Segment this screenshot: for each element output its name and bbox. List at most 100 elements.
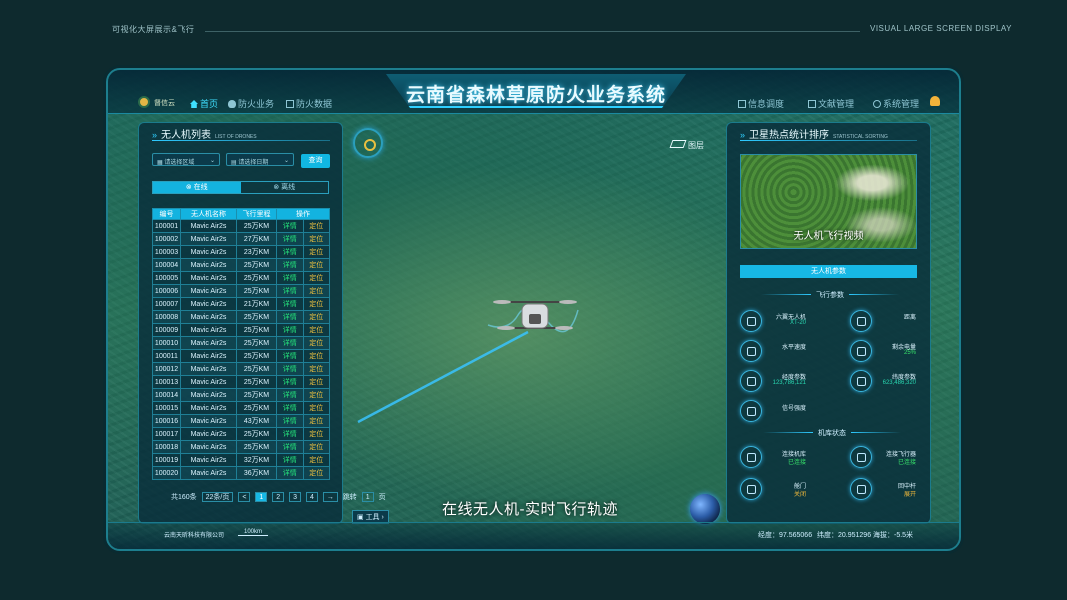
pager-per-page[interactable]: 22条/页 bbox=[201, 492, 234, 502]
chevron-down-icon: ⌄ bbox=[209, 158, 215, 164]
status-tabs: ⊗ 在线 ⊗ 离线 bbox=[152, 181, 329, 194]
locate-link[interactable]: 定位 bbox=[302, 349, 330, 363]
top-caption-right: VISUAL LARGE SCREEN DISPLAY bbox=[870, 24, 1012, 33]
query-button[interactable]: 查询 bbox=[301, 154, 330, 168]
locate-link[interactable]: 定位 bbox=[302, 388, 330, 402]
detail-link[interactable]: 详情 bbox=[276, 414, 304, 428]
table-row[interactable]: 100016 Mavic Air2s 43万KM 详情 定位 bbox=[152, 414, 330, 428]
locate-link[interactable]: 定位 bbox=[302, 453, 330, 467]
locate-link[interactable]: 定位 bbox=[302, 284, 330, 298]
detail-link[interactable]: 详情 bbox=[276, 258, 304, 272]
area-select[interactable]: ▦ 请选择区域 ⌄ bbox=[152, 153, 220, 166]
locate-link[interactable]: 定位 bbox=[302, 271, 330, 285]
detail-link[interactable]: 详情 bbox=[276, 336, 304, 350]
globe-icon[interactable] bbox=[690, 494, 720, 524]
table-row[interactable]: 100002 Mavic Air2s 27万KM 详情 定位 bbox=[152, 232, 330, 246]
tab-online[interactable]: ⊗ 在线 bbox=[153, 182, 241, 193]
detail-link[interactable]: 详情 bbox=[276, 466, 304, 480]
drone-video-thumbnail[interactable]: 无人机飞行视频 bbox=[740, 154, 917, 249]
detail-link[interactable]: 详情 bbox=[276, 388, 304, 402]
longitude-readout: 经度：97.565066 bbox=[758, 532, 813, 539]
bell-icon[interactable] bbox=[930, 96, 940, 106]
table-row[interactable]: 100003 Mavic Air2s 23万KM 详情 定位 bbox=[152, 245, 330, 259]
detail-link[interactable]: 详情 bbox=[276, 284, 304, 298]
table-row[interactable]: 100004 Mavic Air2s 25万KM 详情 定位 bbox=[152, 258, 330, 272]
table-row[interactable]: 100018 Mavic Air2s 25万KM 详情 定位 bbox=[152, 440, 330, 454]
table-row[interactable]: 100009 Mavic Air2s 25万KM 详情 定位 bbox=[152, 323, 330, 337]
pager-page-2[interactable]: 2 bbox=[272, 492, 285, 502]
locate-link[interactable]: 定位 bbox=[302, 414, 330, 428]
table-row[interactable]: 100007 Mavic Air2s 21万KM 详情 定位 bbox=[152, 297, 330, 311]
detail-link[interactable]: 详情 bbox=[276, 427, 304, 441]
detail-link[interactable]: 详情 bbox=[276, 349, 304, 363]
detail-link[interactable]: 详情 bbox=[276, 219, 304, 233]
locate-link[interactable]: 定位 bbox=[302, 245, 330, 259]
locate-link[interactable]: 定位 bbox=[302, 375, 330, 389]
pager-next-button[interactable]: → bbox=[322, 492, 338, 502]
detail-link[interactable]: 详情 bbox=[276, 375, 304, 389]
date-select[interactable]: ▤ 请选择日期 ⌄ bbox=[226, 153, 294, 166]
detail-link[interactable]: 详情 bbox=[276, 232, 304, 246]
compass-icon[interactable] bbox=[353, 128, 383, 158]
table-row[interactable]: 100006 Mavic Air2s 25万KM 详情 定位 bbox=[152, 284, 330, 298]
detail-link[interactable]: 详情 bbox=[276, 245, 304, 259]
fire-icon bbox=[228, 100, 236, 108]
nav-home[interactable]: 首页 bbox=[190, 97, 218, 110]
detail-link[interactable]: 详情 bbox=[276, 362, 304, 376]
table-row[interactable]: 100019 Mavic Air2s 32万KM 详情 定位 bbox=[152, 453, 330, 467]
locate-link[interactable]: 定位 bbox=[302, 427, 330, 441]
table-row[interactable]: 100001 Mavic Air2s 25万KM 详情 定位 bbox=[152, 219, 330, 233]
detail-link[interactable]: 详情 bbox=[276, 440, 304, 454]
locate-link[interactable]: 定位 bbox=[302, 310, 330, 324]
nav-info-dispatch[interactable]: 信息调度 bbox=[738, 97, 784, 110]
nav-fire-business[interactable]: 防火业务 bbox=[228, 97, 274, 110]
pager-jump-input[interactable]: 1 bbox=[361, 492, 374, 502]
locate-link[interactable]: 定位 bbox=[302, 323, 330, 337]
table-row[interactable]: 100015 Mavic Air2s 25万KM 详情 定位 bbox=[152, 401, 330, 415]
table-row[interactable]: 100005 Mavic Air2s 25万KM 详情 定位 bbox=[152, 271, 330, 285]
gear-icon bbox=[873, 100, 881, 108]
table-row[interactable]: 100013 Mavic Air2s 25万KM 详情 定位 bbox=[152, 375, 330, 389]
locate-link[interactable]: 定位 bbox=[302, 232, 330, 246]
table-row[interactable]: 100014 Mavic Air2s 25万KM 详情 定位 bbox=[152, 388, 330, 402]
pager-page-3[interactable]: 3 bbox=[289, 492, 301, 502]
layer-button[interactable]: 图层 bbox=[669, 140, 704, 151]
table-cell: 100005 bbox=[152, 271, 181, 285]
table-row[interactable]: 100008 Mavic Air2s 25万KM 详情 定位 bbox=[152, 310, 330, 324]
table-row[interactable]: 100011 Mavic Air2s 25万KM 详情 定位 bbox=[152, 349, 330, 363]
detail-link[interactable]: 详情 bbox=[276, 310, 304, 324]
drone-icon[interactable] bbox=[492, 296, 578, 338]
document-icon bbox=[808, 100, 816, 108]
table-cell: 25万KM bbox=[236, 427, 277, 441]
pager-page-1[interactable]: 1 bbox=[255, 492, 268, 502]
nav-document-management[interactable]: 文献管理 bbox=[808, 97, 854, 110]
locate-link[interactable]: 定位 bbox=[302, 440, 330, 454]
table-cell: Mavic Air2s bbox=[180, 323, 237, 337]
tab-offline[interactable]: ⊗ 离线 bbox=[241, 182, 329, 193]
locate-link[interactable]: 定位 bbox=[302, 336, 330, 350]
nav-system-management[interactable]: 系统管理 bbox=[873, 97, 919, 110]
nav-home-label: 首页 bbox=[200, 99, 219, 109]
table-cell: 100020 bbox=[152, 466, 181, 480]
table-row[interactable]: 100020 Mavic Air2s 36万KM 详情 定位 bbox=[152, 466, 330, 480]
locate-link[interactable]: 定位 bbox=[302, 219, 330, 233]
locate-link[interactable]: 定位 bbox=[302, 362, 330, 376]
table-row[interactable]: 100010 Mavic Air2s 25万KM 详情 定位 bbox=[152, 336, 330, 350]
table-cell: Mavic Air2s bbox=[180, 310, 237, 324]
nav-fire-data[interactable]: 防火数据 bbox=[286, 97, 332, 110]
locate-link[interactable]: 定位 bbox=[302, 466, 330, 480]
pager-prev-button[interactable]: < bbox=[238, 492, 251, 502]
detail-link[interactable]: 详情 bbox=[276, 453, 304, 467]
table-cell: Mavic Air2s bbox=[180, 284, 237, 298]
locate-link[interactable]: 定位 bbox=[302, 297, 330, 311]
table-row[interactable]: 100012 Mavic Air2s 25万KM 详情 定位 bbox=[152, 362, 330, 376]
detail-link[interactable]: 详情 bbox=[276, 297, 304, 311]
pager-page-4[interactable]: 4 bbox=[305, 492, 318, 502]
locate-link[interactable]: 定位 bbox=[302, 258, 330, 272]
detail-link[interactable]: 详情 bbox=[276, 323, 304, 337]
locate-link[interactable]: 定位 bbox=[302, 401, 330, 415]
table-cell: 25万KM bbox=[236, 336, 277, 350]
detail-link[interactable]: 详情 bbox=[276, 271, 304, 285]
detail-link[interactable]: 详情 bbox=[276, 401, 304, 415]
table-row[interactable]: 100017 Mavic Air2s 25万KM 详情 定位 bbox=[152, 427, 330, 441]
